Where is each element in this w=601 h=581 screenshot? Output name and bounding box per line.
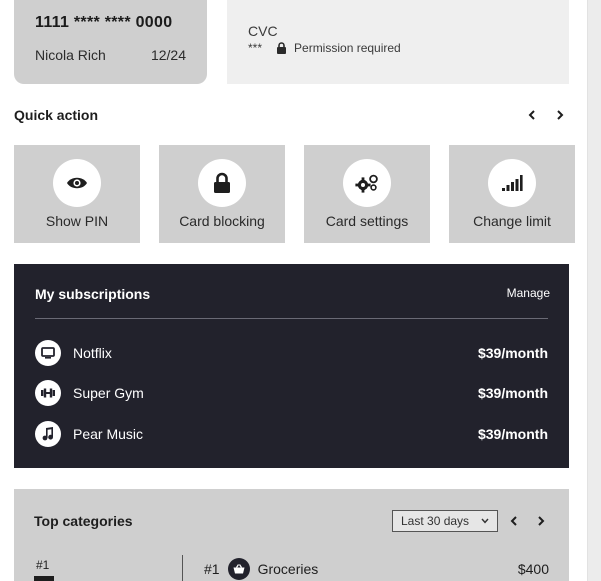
cvc-panel: CVC *** Permission required xyxy=(227,0,569,84)
show-pin-button[interactable]: Show PIN xyxy=(14,145,140,243)
chart-rank-label: #1 xyxy=(36,558,50,572)
gears-icon xyxy=(343,159,391,207)
category-row[interactable]: #1 Groceries $400 xyxy=(204,558,549,580)
eye-icon xyxy=(53,159,101,207)
category-name: Groceries xyxy=(257,561,319,577)
categories-next-button[interactable] xyxy=(533,513,549,529)
subscription-item[interactable]: Super Gym $39/month xyxy=(35,380,548,406)
quick-action-prev-button[interactable] xyxy=(523,106,541,124)
top-categories-panel: Top categories Last 30 days #1 #1 Grocer… xyxy=(14,489,569,581)
lock-icon xyxy=(277,42,287,54)
bank-card[interactable]: 1111 **** **** 0000 Nicola Rich 12/24 xyxy=(14,0,207,84)
chevron-down-icon xyxy=(481,518,489,524)
quick-action-next-button[interactable] xyxy=(551,106,569,124)
subscription-price: $39/month xyxy=(477,385,548,401)
change-limit-button[interactable]: Change limit xyxy=(449,145,575,243)
permission-text: Permission required xyxy=(294,41,401,55)
card-blocking-button[interactable]: Card blocking xyxy=(159,145,285,243)
chevron-left-icon xyxy=(510,516,517,526)
cvc-mask: *** xyxy=(248,41,263,55)
tile-label: Show PIN xyxy=(45,213,109,229)
subscription-price: $39/month xyxy=(477,426,548,442)
top-categories-title: Top categories xyxy=(34,513,133,529)
subscription-name: Notflix xyxy=(73,345,112,361)
cvc-row: *** Permission required xyxy=(248,41,401,55)
subscription-item[interactable]: Notflix $39/month xyxy=(35,340,548,366)
signal-bars-icon xyxy=(488,159,536,207)
category-bar xyxy=(34,576,54,581)
tile-label: Card settings xyxy=(325,213,409,229)
cvc-label: CVC xyxy=(248,23,278,39)
card-settings-button[interactable]: Card settings xyxy=(304,145,430,243)
categories-prev-button[interactable] xyxy=(506,513,522,529)
lock-icon xyxy=(198,159,246,207)
basket-icon xyxy=(227,558,250,580)
subscriptions-title: My subscriptions xyxy=(35,286,151,302)
chevron-left-icon xyxy=(528,110,535,120)
divider xyxy=(35,318,548,319)
chevron-right-icon xyxy=(538,516,545,526)
card-number: 1111 **** **** 0000 xyxy=(35,14,173,31)
tv-icon xyxy=(35,340,61,366)
period-select-value: Last 30 days xyxy=(401,514,470,528)
subscription-name: Pear Music xyxy=(73,426,144,442)
card-expiry: 12/24 xyxy=(150,47,186,63)
category-amount: $400 xyxy=(517,561,549,577)
divider xyxy=(182,555,183,581)
tile-label: Card blocking xyxy=(179,213,265,229)
subscriptions-panel: My subscriptions Manage Notflix $39/mont… xyxy=(14,264,569,468)
music-note-icon xyxy=(35,421,61,447)
subscription-price: $39/month xyxy=(477,345,548,361)
chevron-right-icon xyxy=(557,110,564,120)
category-rank: #1 xyxy=(204,561,220,577)
card-holder-name: Nicola Rich xyxy=(35,47,106,63)
subscription-name: Super Gym xyxy=(73,385,144,401)
subscription-item[interactable]: Pear Music $39/month xyxy=(35,421,548,447)
manage-subscriptions-link[interactable]: Manage xyxy=(507,286,550,300)
dumbbell-icon xyxy=(35,380,61,406)
period-select[interactable]: Last 30 days xyxy=(392,510,498,532)
tile-label: Change limit xyxy=(473,213,551,229)
scrollbar-track[interactable] xyxy=(587,0,601,581)
quick-action-title: Quick action xyxy=(14,107,99,123)
